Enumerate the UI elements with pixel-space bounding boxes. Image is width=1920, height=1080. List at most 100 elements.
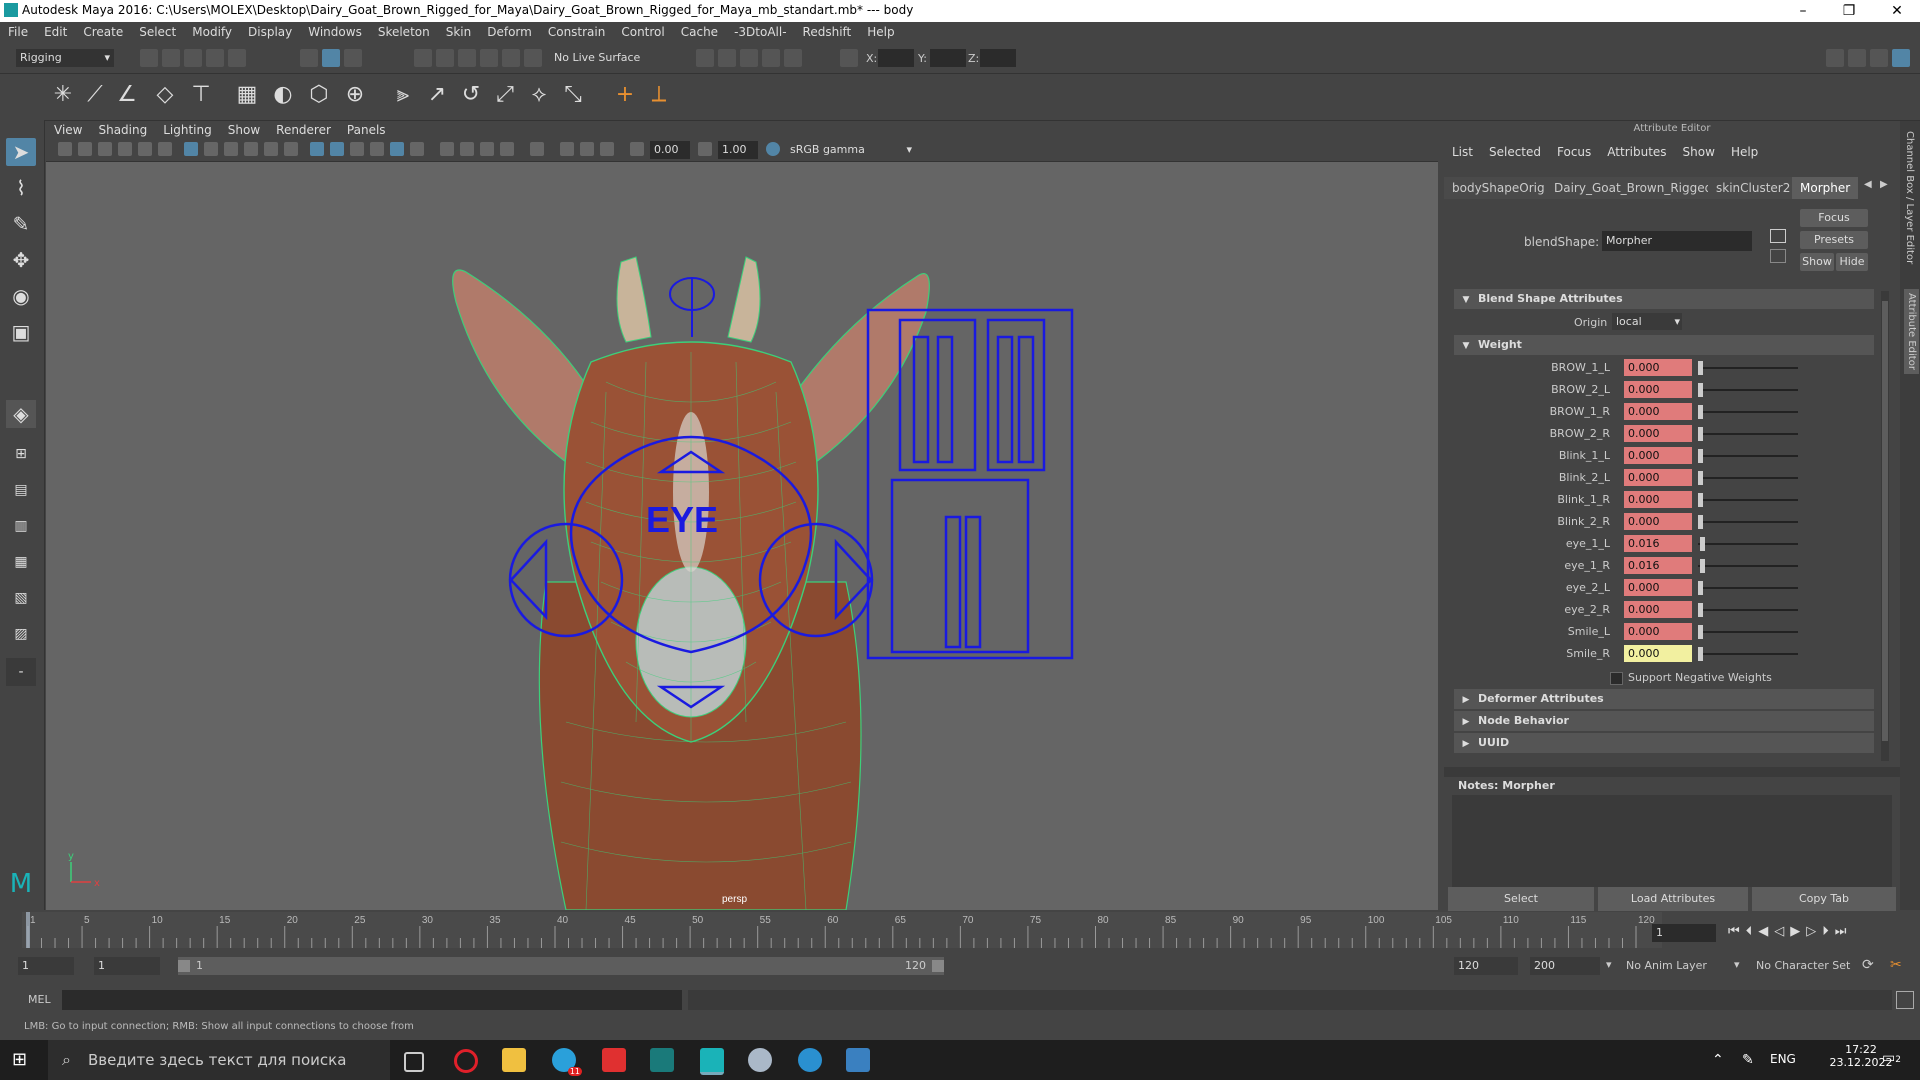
preferences-icon[interactable]: ✂ <box>1890 957 1902 973</box>
weight-slider-track[interactable] <box>1698 367 1798 369</box>
wireframe-icon[interactable] <box>310 142 324 156</box>
resolution-gate-icon[interactable] <box>224 142 238 156</box>
xray-joints-icon[interactable] <box>580 142 594 156</box>
panel-menu-lighting[interactable]: Lighting <box>155 121 220 137</box>
weight-slider-track[interactable] <box>1698 565 1798 567</box>
mel-input[interactable] <box>62 990 682 1010</box>
wireframe-on-shaded-icon[interactable] <box>370 142 384 156</box>
shadows-icon[interactable] <box>440 142 454 156</box>
field-chart-icon[interactable] <box>264 142 278 156</box>
ae-menu-show[interactable]: Show <box>1675 145 1723 159</box>
current-time-marker[interactable] <box>26 912 30 948</box>
weight-slider-track[interactable] <box>1698 411 1798 413</box>
menu-deform[interactable]: Deform <box>479 22 540 39</box>
menuset-dropdown[interactable]: Rigging ▾ <box>16 49 114 67</box>
2d-pan-zoom-icon[interactable] <box>138 142 152 156</box>
create-joints-icon[interactable]: ✳ <box>50 82 76 108</box>
weight-value-field[interactable]: 0.000 <box>1624 469 1692 486</box>
remove-influence-icon[interactable]: ⟂ <box>646 82 672 108</box>
modeling-toolkit-icon[interactable] <box>1826 49 1844 67</box>
weight-slider-handle[interactable] <box>1698 581 1703 595</box>
go-to-start-icon[interactable]: ⏮ <box>1728 924 1746 939</box>
notes-textarea[interactable] <box>1452 795 1892 887</box>
tool-settings-icon[interactable] <box>1870 49 1888 67</box>
exposure-field[interactable]: 0.00 <box>650 141 690 159</box>
ik-handle-icon[interactable]: ⟋ <box>82 82 108 108</box>
select-tool-icon[interactable]: ➤ <box>6 138 36 166</box>
panel-menu-panels[interactable]: Panels <box>339 121 394 137</box>
menu-3dtoall[interactable]: -3DtoAll- <box>726 22 794 39</box>
attribute-editor-toggle-icon[interactable] <box>1848 49 1866 67</box>
tab-scroll-left-icon[interactable]: ◀ <box>1864 179 1872 190</box>
pole-vector-icon[interactable]: ⤡ <box>560 82 586 108</box>
use-all-lights-icon[interactable] <box>410 142 424 156</box>
select-button[interactable]: Select <box>1448 887 1594 911</box>
edge-icon[interactable] <box>798 1048 822 1072</box>
save-scene-icon[interactable] <box>184 49 202 67</box>
language-indicator[interactable]: ENG <box>1770 1052 1796 1066</box>
ae-menu-selected[interactable]: Selected <box>1481 145 1549 159</box>
weight-value-field[interactable]: 0.000 <box>1624 359 1692 376</box>
isolate-select-icon[interactable] <box>560 142 574 156</box>
maya-taskbar-icon[interactable] <box>700 1048 724 1075</box>
attribute-editor-tab[interactable]: Attribute Editor <box>1904 289 1919 374</box>
blend-shape-attributes-section[interactable]: ▼ Blend Shape Attributes <box>1454 289 1874 309</box>
weight-value-field[interactable]: 0.000 <box>1624 645 1692 662</box>
weight-slider-handle[interactable] <box>1698 471 1703 485</box>
perspective-viewport[interactable]: EYE y x persp <box>46 162 1438 910</box>
weight-slider-track[interactable] <box>1698 499 1798 501</box>
gamma-field[interactable]: 1.00 <box>718 141 758 159</box>
aim-constraint-icon[interactable]: ↗ <box>424 82 450 108</box>
weight-value-field[interactable]: 0.016 <box>1624 535 1692 552</box>
scale-constraint-icon[interactable]: ⤢ <box>492 82 518 108</box>
weight-slider-handle[interactable] <box>1698 625 1703 639</box>
deformer-attributes-section[interactable]: ▶ Deformer Attributes <box>1454 689 1874 709</box>
weight-slider-handle[interactable] <box>1698 647 1703 661</box>
menu-skin[interactable]: Skin <box>438 22 480 39</box>
open-scene-icon[interactable] <box>162 49 180 67</box>
select-hierarchy-icon[interactable] <box>300 49 318 67</box>
render-view-icon[interactable] <box>696 49 714 67</box>
weight-slider-track[interactable] <box>1698 653 1798 655</box>
ae-splitter[interactable] <box>1444 767 1900 777</box>
weight-value-field[interactable]: 0.000 <box>1624 601 1692 618</box>
weight-slider-track[interactable] <box>1698 631 1798 633</box>
step-back-frame-icon[interactable]: ◀ <box>1758 924 1774 939</box>
node-behavior-section[interactable]: ▶ Node Behavior <box>1454 711 1874 731</box>
weight-value-field[interactable]: 0.000 <box>1624 403 1692 420</box>
character-set-dropdown[interactable]: No Character Set <box>1756 959 1850 972</box>
smooth-shade-icon[interactable] <box>330 142 344 156</box>
color-management-icon[interactable] <box>766 142 780 156</box>
x-field[interactable] <box>878 49 914 67</box>
snap-surface-icon[interactable] <box>502 49 520 67</box>
move-tool-icon[interactable]: ✥ <box>6 246 36 274</box>
layout-split-icon[interactable]: ▧ <box>6 584 36 612</box>
weight-slider-handle[interactable] <box>1698 383 1703 397</box>
notifications-icon[interactable]: ▭2 <box>1882 1050 1901 1066</box>
minimize-button[interactable]: – <box>1780 0 1826 22</box>
snap-view-icon[interactable] <box>480 49 498 67</box>
menu-select[interactable]: Select <box>131 22 184 39</box>
show-button[interactable]: Show <box>1800 253 1834 271</box>
panel-menu-show[interactable]: Show <box>220 121 268 137</box>
parent-constraint-icon[interactable]: ⟡ <box>526 82 552 108</box>
weight-slider-track[interactable] <box>1698 477 1798 479</box>
add-influence-icon[interactable]: + <box>612 82 638 108</box>
chevron-down-icon[interactable]: ▾ <box>1734 958 1740 971</box>
weight-slider-handle[interactable] <box>1699 537 1705 551</box>
layout-hypershade-icon[interactable]: ▦ <box>6 548 36 576</box>
weight-section[interactable]: ▼ Weight <box>1454 335 1874 355</box>
opera-icon[interactable] <box>454 1049 478 1073</box>
step-back-key-icon[interactable]: ⏴ <box>1746 924 1759 939</box>
camera-attributes-icon[interactable] <box>78 142 92 156</box>
lasso-tool-icon[interactable]: ⌇ <box>6 174 36 202</box>
menu-cache[interactable]: Cache <box>673 22 726 39</box>
grid-icon[interactable] <box>184 142 198 156</box>
weight-slider-handle[interactable] <box>1698 515 1703 529</box>
range-slider[interactable]: 1 120 <box>178 957 944 975</box>
weight-slider-handle[interactable] <box>1698 449 1703 463</box>
snap-grid-icon[interactable] <box>414 49 432 67</box>
playback-end-field[interactable]: 120 <box>1454 957 1518 975</box>
layout-graph-icon[interactable]: ▥ <box>6 512 36 540</box>
pen-icon[interactable]: ✎ <box>1742 1052 1754 1068</box>
